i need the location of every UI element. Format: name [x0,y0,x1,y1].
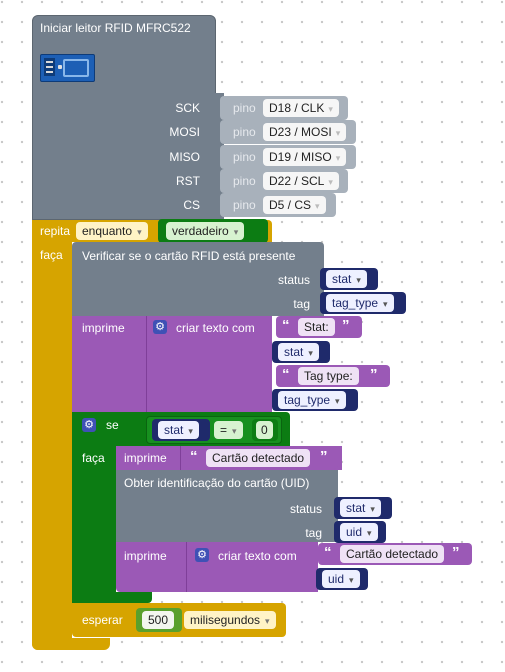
if-block-spine [72,446,116,603]
text-block-card-detected: “ Cartão detectado ” [186,447,338,469]
print1-tagtype-var[interactable]: tag_type [278,391,346,409]
condition-dropdown[interactable]: verdadeiro [166,222,245,240]
if-do-label: faça [82,451,105,465]
pin-word-sck: pino [233,101,256,115]
pin-label-sck: SCK [175,101,200,115]
create-text-label-3: criar texto com [218,549,297,563]
uid-status-label: status [289,502,322,516]
pin-label-cs: CS [183,198,200,212]
text-card-detected-field[interactable]: Cartão detectado [206,449,311,467]
print3-uid-var-block: uid [316,568,368,590]
text-card-detected-field-2[interactable]: Cartão detectado [340,545,445,563]
uid-tag-label: tag [305,526,322,540]
print-label-1: imprime [82,321,125,335]
rfid-module-icon [40,54,95,82]
compare-operator-dropdown[interactable]: = [214,421,243,439]
text-block-card-detected-2: “ Cartão detectado ” [318,543,472,565]
pin-select-mosi[interactable]: D23 / MOSI [263,123,347,141]
pin-select-cs[interactable]: D5 / CS [263,196,326,214]
if-label: se [106,418,119,432]
create-text-gear-icon[interactable]: ⚙ [195,548,209,562]
pin-label-rst: RST [176,174,200,188]
uid-status-var-block: stat [334,497,392,519]
uid-tag-var[interactable]: uid [340,523,378,541]
repeat-label: repita [40,224,71,238]
repeat-mode-dropdown[interactable]: enquanto [76,222,148,240]
rfid-init-title: Iniciar leitor RFID MFRC522 [40,21,191,35]
print-label-3: imprime [124,549,167,563]
pin-select-sck[interactable]: D18 / CLK [263,99,339,117]
if-block-footer [72,592,152,603]
pin-word-cs: pino [233,198,256,212]
print1-tagtype-var-block: tag_type [272,389,358,411]
repeat-while-footer [32,638,110,650]
wait-unit-dropdown[interactable]: milisegundos [184,611,276,629]
check-status-var-block: stat [320,268,378,290]
pin-word-mosi: pino [233,125,256,139]
wait-label: esperar [82,613,123,627]
pin-word-miso: pino [233,150,256,164]
print-label-2: imprime [124,451,167,465]
rfid-init-block[interactable] [32,15,216,220]
print1-stat-var[interactable]: stat [278,343,319,361]
wait-value-field[interactable]: 500 [142,611,175,629]
create-text-label-1: criar texto com [176,321,255,335]
text-tagtype-field[interactable]: Tag type: [298,367,359,385]
pin-select-rst[interactable]: D22 / SCL [263,172,339,190]
uid-status-var[interactable]: stat [340,499,381,517]
text-block-tagtype: “ Tag type: ” [276,365,390,387]
check-status-label: status [277,273,310,287]
repeat-while-spine [32,242,72,650]
check-tag-var[interactable]: tag_type [326,294,394,312]
gear-icon[interactable]: ⚙ [153,320,167,334]
text-stat-field[interactable]: Stat: [298,318,335,336]
uid-tag-var-block: uid [334,521,386,543]
if-stat-var-block: stat [152,419,210,441]
pin-label-miso: MISO [169,150,200,164]
if-stat-var[interactable]: stat [158,421,199,439]
check-tag-label: tag [293,297,310,311]
check-card-title: Verificar se o cartão RFID está presente [82,249,296,263]
print3-uid-var[interactable]: uid [322,570,360,588]
check-tag-var-block: tag_type [320,292,406,314]
print1-stat-var-block: stat [272,341,330,363]
check-status-var[interactable]: stat [326,270,367,288]
text-block-stat: “ Stat: ” [276,316,362,338]
pin-select-miso[interactable]: D19 / MISO [263,148,347,166]
pin-word-rst: pino [233,174,256,188]
compare-number-field[interactable]: 0 [256,421,273,439]
loop-do-label: faça [40,248,63,262]
get-uid-title: Obter identificação do cartão (UID) [124,476,310,490]
if-gear-icon[interactable]: ⚙ [82,418,96,432]
pin-label-mosi: MOSI [169,125,200,139]
